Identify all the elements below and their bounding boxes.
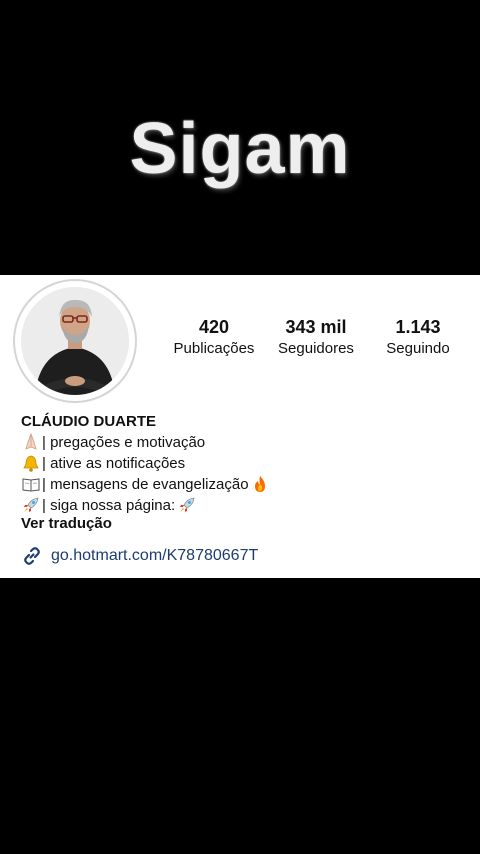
stat-seguindo[interactable]: 1.143 Seguindo	[374, 317, 462, 357]
stat-label: Seguidores	[278, 340, 354, 357]
stat-value: 1.143	[395, 317, 441, 337]
bio-line: | pregações e motivação	[21, 432, 205, 452]
praying-hands-icon	[21, 432, 41, 452]
stat-value: 343 mil	[285, 317, 347, 337]
overlay-title: Sigam	[129, 109, 351, 189]
profile-card: 420 Publicações 343 mil Seguidores 1.143…	[0, 275, 480, 578]
rocket-icon	[21, 495, 41, 515]
stat-value: 420	[198, 317, 230, 337]
open-book-icon	[21, 474, 41, 494]
bell-icon	[21, 453, 41, 473]
rocket-icon	[177, 495, 197, 515]
stat-label: Seguindo	[386, 340, 450, 357]
profile-name: CLÁUDIO DUARTE	[21, 413, 156, 430]
avatar-photo	[21, 287, 129, 395]
stat-publicacoes[interactable]: 420 Publicações	[168, 317, 260, 357]
stat-label: Publicações	[173, 340, 255, 357]
fire-icon	[250, 474, 270, 494]
link-text[interactable]: go.hotmart.com/K78780667T	[51, 547, 258, 565]
translate-link[interactable]: Ver tradução	[21, 515, 112, 532]
bio-line: | mensagens de evangelização	[21, 474, 271, 494]
bio-line: | siga nossa página:	[21, 495, 198, 515]
bio-text: | pregações e motivação	[42, 433, 206, 451]
link-icon	[21, 545, 43, 567]
bio-line: | ative as notificações	[21, 453, 185, 473]
bio-text: | mensagens de evangelização	[42, 475, 249, 493]
bio-text: | siga nossa página:	[42, 496, 176, 514]
avatar[interactable]	[13, 279, 137, 403]
stat-seguidores[interactable]: 343 mil Seguidores	[270, 317, 362, 357]
profile-link[interactable]: go.hotmart.com/K78780667T	[21, 545, 258, 567]
bio-text: | ative as notificações	[42, 454, 186, 472]
